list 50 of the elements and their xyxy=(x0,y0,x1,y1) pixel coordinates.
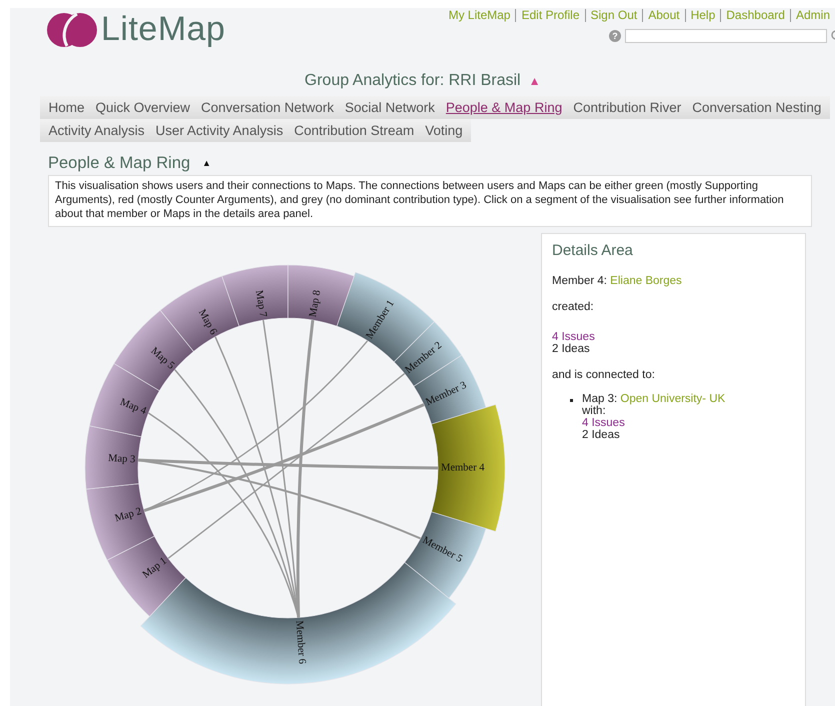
created-label: created: xyxy=(552,301,595,313)
nav-tab[interactable]: People & Map Ring xyxy=(440,100,568,115)
logo-icon xyxy=(47,10,97,48)
logo-text: LiteMap xyxy=(101,10,226,49)
description-text: This visualisation shows users and their connections to Maps. The connections between users and Maps can be either green (mostly Supporting Arguments), red (mostly Counter Arguments), and grey (no dominant contribution type). Click on a segment of the visualisation see further information about that member or Maps in the details area panel. xyxy=(48,175,812,227)
ring-segment[interactable] xyxy=(222,264,288,326)
member-label: Member 4: xyxy=(552,275,607,287)
segment-label: Map 3 xyxy=(108,452,136,466)
nav-tab[interactable]: Voting xyxy=(420,123,468,138)
section-title: People & Map Ring xyxy=(48,154,190,172)
ring-segment[interactable] xyxy=(89,363,160,438)
ring-segment[interactable] xyxy=(431,404,505,532)
segment-label: Member 4 xyxy=(441,462,484,474)
segment-label: Map 1 xyxy=(140,556,170,581)
nav-tab[interactable]: Home xyxy=(43,100,90,115)
ring-segment[interactable] xyxy=(106,536,186,617)
issues-link[interactable]: 4 Issues xyxy=(582,417,625,429)
details-title: Details Area xyxy=(552,242,634,259)
nav-tab[interactable]: Activity Analysis xyxy=(43,123,150,138)
collapse-icon[interactable]: ▲ xyxy=(202,158,212,168)
segment-label: Map 4 xyxy=(118,396,148,417)
segment-label: Map 2 xyxy=(114,506,143,524)
nav-tab[interactable]: User Activity Analysis xyxy=(150,123,289,138)
segment-label: Map 6 xyxy=(196,308,219,337)
ideas-count: 2 Ideas xyxy=(552,343,591,355)
toggle-icon[interactable]: ▲ xyxy=(528,74,540,88)
ring-segment[interactable] xyxy=(86,483,155,560)
map-label: Map 3: xyxy=(582,393,618,405)
nav-tab[interactable]: Conversation Network xyxy=(196,100,340,115)
ring-segment[interactable] xyxy=(288,264,354,326)
ring-segment[interactable] xyxy=(394,321,462,387)
bullet-icon xyxy=(570,399,573,402)
segment-label: Map 5 xyxy=(148,346,176,372)
nav-tab[interactable]: Social Network xyxy=(339,100,440,115)
nav-tab[interactable]: Conversation Nesting xyxy=(686,100,827,115)
ring-segment[interactable] xyxy=(404,512,486,599)
with-label: with: xyxy=(582,405,607,417)
connected-label: and is connected to: xyxy=(552,369,656,381)
search-field[interactable] xyxy=(625,29,827,43)
issues-link[interactable]: 4 Issues xyxy=(552,331,595,343)
ring-segment[interactable] xyxy=(84,426,142,490)
segment-label: Member 6 xyxy=(293,620,308,664)
page-title: Group Analytics for: RRI Brasil xyxy=(304,72,521,90)
segment-label: Map 8 xyxy=(308,289,324,318)
ring-segment[interactable] xyxy=(114,310,194,392)
nav-tab[interactable]: Contribution River xyxy=(568,100,687,115)
nav-tab[interactable]: Contribution Stream xyxy=(288,123,420,138)
ideas-count: 2 Ideas xyxy=(582,429,621,441)
segment-label: Map 7 xyxy=(252,289,268,318)
nav-tab[interactable]: Quick Overview xyxy=(90,100,196,115)
